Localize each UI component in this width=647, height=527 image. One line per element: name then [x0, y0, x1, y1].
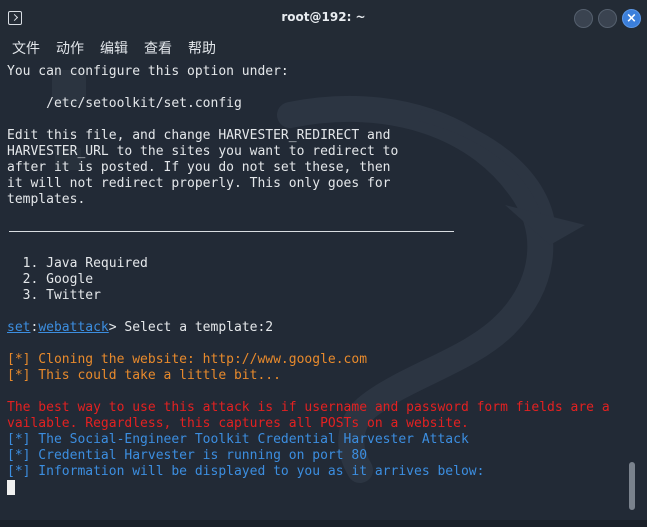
window-bottom-edge	[0, 520, 647, 527]
terminal-line: templates.	[7, 192, 86, 207]
info-line: [*] The Social-Engineer Toolkit Credenti…	[7, 432, 469, 447]
terminal-line: You can configure this option under:	[7, 64, 289, 79]
terminal-line: /etc/setoolkit/set.config	[7, 96, 242, 111]
status-line: [*] Cloning the website: http://www.goog…	[7, 352, 368, 367]
prompt-module: webattack	[38, 320, 109, 335]
prompt-line: set:webattack> Select a template:2	[7, 320, 273, 336]
info-line: [*] Information will be displayed to you…	[7, 464, 485, 479]
terminal-line: it will not redirect properly. This only…	[7, 176, 391, 191]
menu-option: 3. Twitter	[7, 288, 101, 303]
menu-option: 2. Google	[7, 272, 94, 287]
prompt-input: > Select a template:2	[108, 320, 274, 335]
warning-line: The best way to use this attack is if us…	[7, 400, 610, 415]
scrollbar[interactable]	[629, 462, 635, 510]
terminal-line: HARVESTER_URL to the sites you want to r…	[7, 144, 399, 159]
text-cursor	[7, 480, 15, 495]
status-line: [*] This could take a little bit...	[7, 368, 281, 383]
separator-line	[9, 231, 454, 232]
terminal-line: Edit this file, and change HARVESTER_RED…	[7, 128, 391, 143]
warning-line: vailable. Regardless, this captures all …	[7, 416, 469, 431]
prompt-set: set	[7, 320, 31, 335]
terminal-window: root@192: ~ × 文件 动作 编辑 查看 帮助 You can con…	[0, 0, 647, 527]
info-line: [*] Credential Harvester is running on p…	[7, 448, 368, 463]
menu-option: 1. Java Required	[7, 256, 148, 271]
terminal-line: after it is posted. If you do not set th…	[7, 160, 391, 175]
